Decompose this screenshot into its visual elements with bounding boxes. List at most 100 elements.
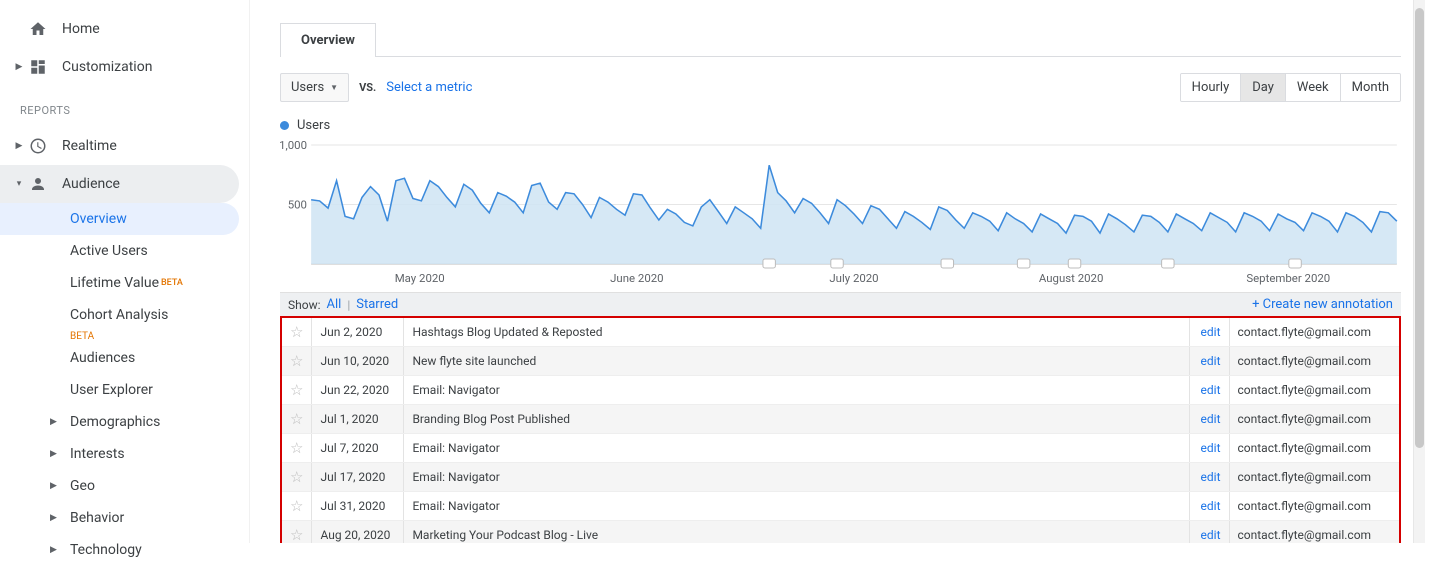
- edit-link[interactable]: edit: [1201, 412, 1221, 426]
- sidebar-subitem-label: Audiences: [70, 350, 135, 366]
- show-starred-link[interactable]: Starred: [356, 297, 398, 312]
- sidebar-subitem-label: Overview: [70, 211, 127, 227]
- audience-subnav: OverviewActive UsersLifetime ValueBETACo…: [0, 203, 249, 566]
- annotations-header: Show: All | Starred + Create new annotat…: [280, 292, 1401, 316]
- caret-right-icon: ▶: [50, 513, 64, 523]
- sidebar-item-customization[interactable]: ▶ Customization: [0, 48, 249, 86]
- star-icon[interactable]: ☆: [290, 352, 303, 370]
- annotation-author: contact.flyte@gmail.com: [1229, 376, 1399, 405]
- beta-badge: BETA: [70, 331, 249, 342]
- sidebar-subitem[interactable]: Overview: [0, 203, 239, 235]
- report-tabs: Overview: [280, 22, 1401, 57]
- edit-link[interactable]: edit: [1201, 470, 1221, 484]
- svg-text:July 2020: July 2020: [829, 272, 878, 285]
- sidebar-subitem[interactable]: ▶Geo: [70, 470, 249, 502]
- annotation-text: Email: Navigator: [404, 492, 1189, 521]
- chart: 5001,000May 2020June 2020July 2020August…: [280, 137, 1401, 292]
- annotation-row: ☆ Aug 20, 2020Marketing Your Podcast Blog…: [282, 521, 1399, 544]
- sidebar-subitem-label: Lifetime Value: [70, 275, 159, 291]
- sidebar-subitem-label: Technology: [70, 542, 142, 558]
- svg-text:September 2020: September 2020: [1246, 272, 1330, 285]
- annotation-author: contact.flyte@gmail.com: [1229, 492, 1399, 521]
- annotations-table-wrapper: ☆Jun 2, 2020Hashtags Blog Updated & Repo…: [280, 316, 1401, 543]
- sidebar: Home ▶ Customization REPORTS ▶ Realtime …: [0, 0, 250, 543]
- granularity-hourly[interactable]: Hourly: [1181, 74, 1242, 101]
- annotation-row: ☆Jun 10, 2020New flyte site launchededit…: [282, 347, 1399, 376]
- create-annotation-link[interactable]: + Create new annotation: [1252, 297, 1393, 312]
- sidebar-item-label: Customization: [62, 59, 152, 75]
- caret-right-icon: ▶: [50, 449, 64, 459]
- annotation-text: New flyte site launched: [404, 347, 1189, 376]
- svg-text:June 2020: June 2020: [610, 272, 663, 285]
- show-label: Show:: [288, 298, 321, 312]
- star-icon[interactable]: ☆: [290, 323, 303, 341]
- annotation-text: Marketing Your Podcast Blog - Live: [404, 521, 1189, 544]
- caret-right-icon: ▶: [50, 481, 64, 491]
- sidebar-subitem[interactable]: Active Users: [70, 235, 249, 267]
- sidebar-item-label: Audience: [62, 176, 120, 192]
- edit-link[interactable]: edit: [1201, 325, 1221, 339]
- primary-metric-dropdown[interactable]: Users ▼: [280, 73, 349, 102]
- edit-link[interactable]: edit: [1201, 441, 1221, 455]
- sidebar-subitem[interactable]: ▶Demographics: [70, 406, 249, 438]
- annotation-author: contact.flyte@gmail.com: [1229, 434, 1399, 463]
- select-metric-link[interactable]: Select a metric: [386, 80, 472, 95]
- sidebar-subitem-label: Active Users: [70, 243, 148, 259]
- sidebar-item-home[interactable]: Home: [0, 10, 249, 48]
- edit-link[interactable]: edit: [1201, 499, 1221, 513]
- edit-link[interactable]: edit: [1201, 528, 1221, 542]
- granularity-month[interactable]: Month: [1341, 74, 1400, 101]
- sidebar-subitem[interactable]: ▶Behavior: [70, 502, 249, 534]
- vertical-scrollbar[interactable]: [1413, 0, 1425, 543]
- sidebar-item-audience[interactable]: ▾ Audience: [0, 165, 239, 203]
- annotation-author: contact.flyte@gmail.com: [1229, 318, 1399, 347]
- annotation-date: Jul 7, 2020: [312, 434, 404, 463]
- main-content: Overview Users ▼ VS. Select a metric Hou…: [250, 0, 1431, 543]
- annotation-author: contact.flyte@gmail.com: [1229, 347, 1399, 376]
- star-icon[interactable]: ☆: [290, 497, 303, 515]
- annotation-date: Aug 20, 2020: [312, 521, 404, 544]
- sidebar-subitem[interactable]: ▶Interests: [70, 438, 249, 470]
- clock-icon: [28, 136, 48, 156]
- annotation-row: ☆Jun 2, 2020Hashtags Blog Updated & Repo…: [282, 318, 1399, 347]
- annotation-author: contact.flyte@gmail.com: [1229, 521, 1399, 544]
- annotation-row: ☆Jul 17, 2020Email: Navigatoreditcontact…: [282, 463, 1399, 492]
- granularity-week[interactable]: Week: [1286, 74, 1341, 101]
- series-name: Users: [297, 118, 330, 133]
- reports-section-label: REPORTS: [0, 86, 249, 127]
- star-icon[interactable]: ☆: [290, 381, 303, 399]
- sidebar-subitem[interactable]: ▶Technology: [70, 534, 249, 566]
- granularity-day[interactable]: Day: [1241, 74, 1286, 101]
- edit-link[interactable]: edit: [1201, 383, 1221, 397]
- chart-controls-row: Users ▼ VS. Select a metric HourlyDayWee…: [280, 57, 1401, 116]
- caret-right-icon: ▶: [50, 417, 64, 427]
- annotation-row: ☆Jul 31, 2020Email: Navigatoreditcontact…: [282, 492, 1399, 521]
- star-icon[interactable]: ☆: [290, 410, 303, 428]
- edit-link[interactable]: edit: [1201, 354, 1221, 368]
- sidebar-subitem[interactable]: Cohort Analysis: [70, 299, 249, 331]
- scrollbar-thumb[interactable]: [1415, 8, 1424, 448]
- annotation-text: Email: Navigator: [404, 376, 1189, 405]
- annotation-date: Jun 22, 2020: [312, 376, 404, 405]
- sidebar-subitem[interactable]: Lifetime ValueBETA: [70, 267, 249, 299]
- caret-down-icon: ▼: [330, 83, 338, 92]
- star-icon[interactable]: ☆: [290, 439, 303, 457]
- annotation-text: Branding Blog Post Published: [404, 405, 1189, 434]
- tab-overview[interactable]: Overview: [280, 23, 376, 57]
- star-icon[interactable]: ☆: [290, 526, 303, 543]
- sidebar-subitem[interactable]: Audiences: [70, 342, 249, 374]
- star-icon[interactable]: ☆: [290, 468, 303, 486]
- sidebar-item-realtime[interactable]: ▶ Realtime: [0, 127, 249, 165]
- caret-right-icon: ▶: [14, 62, 24, 72]
- sidebar-subitem-label: Geo: [70, 478, 95, 494]
- divider: |: [347, 298, 350, 312]
- annotation-text: Email: Navigator: [404, 434, 1189, 463]
- annotation-text: Email: Navigator: [404, 463, 1189, 492]
- annotation-row: ☆Jul 1, 2020Branding Blog Post Published…: [282, 405, 1399, 434]
- home-icon: [28, 19, 48, 39]
- sidebar-subitem[interactable]: User Explorer: [70, 374, 249, 406]
- caret-right-icon: ▶: [50, 545, 64, 555]
- beta-badge: BETA: [161, 278, 183, 288]
- granularity-segmented: HourlyDayWeekMonth: [1180, 73, 1401, 102]
- show-all-link[interactable]: All: [327, 297, 342, 312]
